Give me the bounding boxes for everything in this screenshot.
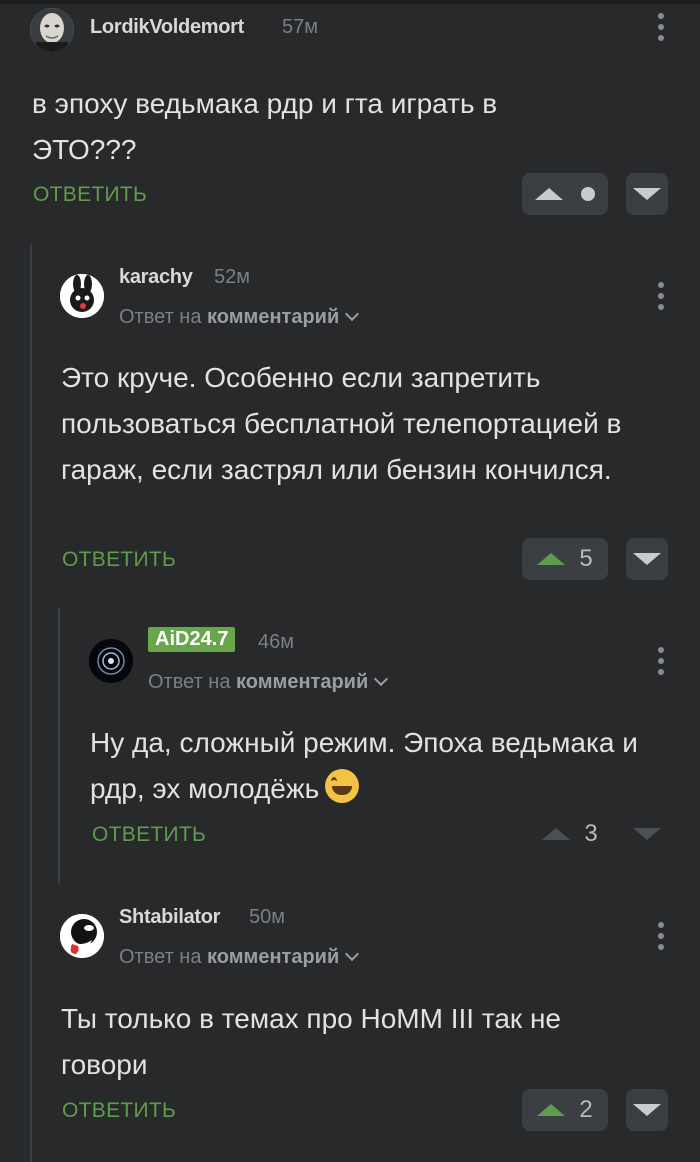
grinning-emoji-icon [325, 769, 360, 803]
upvote-button[interactable]: 2 [522, 1089, 608, 1131]
vote-score: 3 [584, 820, 598, 847]
score-hidden-dot-icon [581, 187, 595, 201]
bunny-avatar-icon[interactable] [60, 274, 104, 318]
comment-time: 52м [214, 266, 250, 288]
reply-target: комментарий [207, 306, 340, 328]
more-options-icon[interactable] [658, 647, 664, 675]
chevron-down-icon [345, 946, 360, 962]
more-options-icon[interactable] [658, 13, 664, 41]
downvote-icon [633, 1104, 661, 1116]
reply-button[interactable]: ОТВЕТИТЬ [62, 1099, 176, 1123]
reply-prefix: Ответ на [119, 946, 202, 968]
downvote-button[interactable] [626, 173, 668, 215]
comment-text: Ты только в темах про HoMM III так не го… [61, 1003, 561, 1080]
reply-to-comment-link[interactable]: Ответ на комментарий [119, 946, 360, 969]
author-name[interactable]: LordikVoldemort [90, 16, 244, 39]
reply-prefix: Ответ на [148, 671, 231, 693]
chevron-down-icon [345, 306, 360, 322]
upvote-button[interactable] [522, 173, 608, 215]
comment-time: 50м [249, 906, 285, 928]
more-options-icon[interactable] [658, 922, 664, 950]
reply-target: комментарий [236, 671, 369, 693]
more-options-icon[interactable] [658, 282, 664, 310]
upvote-button[interactable]: 3 [530, 813, 610, 855]
reply-target: комментарий [207, 946, 340, 968]
downvote-button[interactable] [626, 1089, 668, 1131]
thread-line-level2[interactable] [58, 608, 60, 884]
upvote-icon [542, 828, 571, 840]
vote-score: 2 [579, 1096, 593, 1123]
thread-line-level1[interactable] [30, 244, 32, 1162]
chevron-down-icon [374, 671, 389, 687]
downvote-button[interactable] [626, 813, 668, 855]
author-name[interactable]: Shtabilator [119, 906, 220, 929]
upvote-icon [535, 188, 563, 200]
upvote-button[interactable]: 5 [522, 538, 608, 580]
comment-time: 46м [258, 631, 294, 653]
reply-button[interactable]: ОТВЕТИТЬ [33, 183, 147, 207]
reply-button[interactable]: ОТВЕТИТЬ [62, 548, 176, 572]
downvote-icon [633, 188, 661, 200]
reply-to-comment-link[interactable]: Ответ на комментарий [119, 306, 360, 329]
comment-text: Это круче. Особенно если запретить польз… [61, 362, 622, 485]
upvote-icon [537, 553, 566, 565]
vote-score: 5 [579, 545, 593, 572]
reply-to-comment-link[interactable]: Ответ на комментарий [148, 671, 389, 694]
comment-text: Ну да, сложный режим. Эпоха ведьмака и р… [90, 727, 638, 804]
comment-text-wrapper: Ну да, сложный режим. Эпоха ведьмака и р… [90, 720, 650, 812]
top-divider [0, 0, 700, 4]
author-name-badge[interactable]: AiD24.7 [148, 627, 236, 652]
downvote-button[interactable] [626, 538, 668, 580]
reply-button[interactable]: ОТВЕТИТЬ [92, 823, 206, 847]
reply-prefix: Ответ на [119, 306, 202, 328]
comment-time: 57м [282, 16, 318, 38]
downvote-icon [633, 553, 661, 565]
downvote-icon [633, 828, 661, 840]
author-name[interactable]: karachy [119, 266, 193, 289]
galaxy-avatar-icon[interactable] [89, 639, 133, 683]
trollface-avatar-icon[interactable] [60, 914, 104, 958]
upvote-icon [537, 1104, 566, 1116]
comment-text: в эпоху ведьмака рдр и гта играть в ЭТО?… [32, 88, 498, 165]
voldemort-avatar-icon[interactable] [30, 8, 74, 52]
